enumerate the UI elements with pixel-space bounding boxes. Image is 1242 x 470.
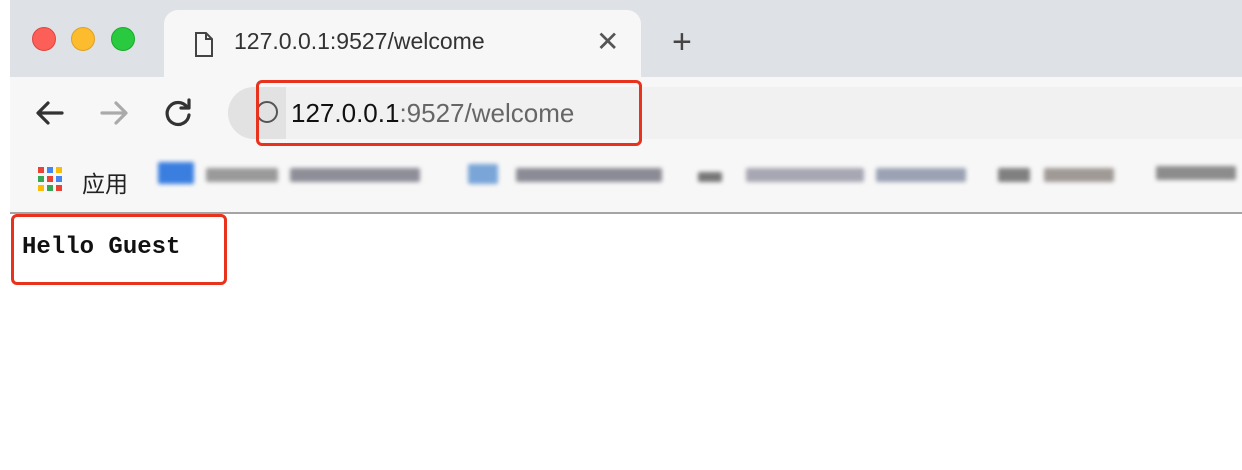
active-tab[interactable]: 127.0.0.1:9527/welcome ✕: [164, 10, 641, 80]
reload-button[interactable]: [160, 95, 196, 131]
bookmark-item[interactable]: [468, 164, 498, 184]
bookmark-item[interactable]: [698, 172, 722, 182]
bookmark-item[interactable]: [158, 162, 194, 184]
bookmark-item[interactable]: [206, 168, 278, 182]
tab-strip: 127.0.0.1:9527/welcome ✕ +: [10, 0, 1242, 80]
bookmark-item[interactable]: [290, 168, 420, 182]
maximize-window-button[interactable]: [111, 27, 135, 51]
close-tab-button[interactable]: ✕: [596, 24, 619, 60]
bookmark-item[interactable]: [1044, 168, 1114, 182]
new-tab-button[interactable]: +: [672, 22, 692, 62]
document-icon: [195, 32, 213, 57]
tab-title: 127.0.0.1:9527/welcome: [234, 28, 485, 54]
browser-window: 127.0.0.1:9527/welcome ✕ + 127.0.0.1:952…: [10, 0, 1242, 470]
minimize-window-button[interactable]: [71, 27, 95, 51]
apps-grid-icon[interactable]: [37, 166, 63, 192]
apps-bookmark-label[interactable]: 应用: [82, 165, 128, 199]
close-window-button[interactable]: [32, 27, 56, 51]
bookmark-item[interactable]: [998, 168, 1030, 182]
forward-button[interactable]: [96, 95, 132, 131]
address-bar-highlight-box: [256, 80, 642, 146]
bookmark-item[interactable]: [876, 168, 966, 182]
bookmarks-bar: 应用: [10, 150, 1242, 214]
bookmark-item[interactable]: [1156, 166, 1236, 180]
bookmark-item[interactable]: [516, 168, 662, 182]
greeting-highlight-box: [11, 214, 227, 285]
back-button[interactable]: [32, 95, 68, 131]
bookmark-item[interactable]: [746, 168, 864, 182]
